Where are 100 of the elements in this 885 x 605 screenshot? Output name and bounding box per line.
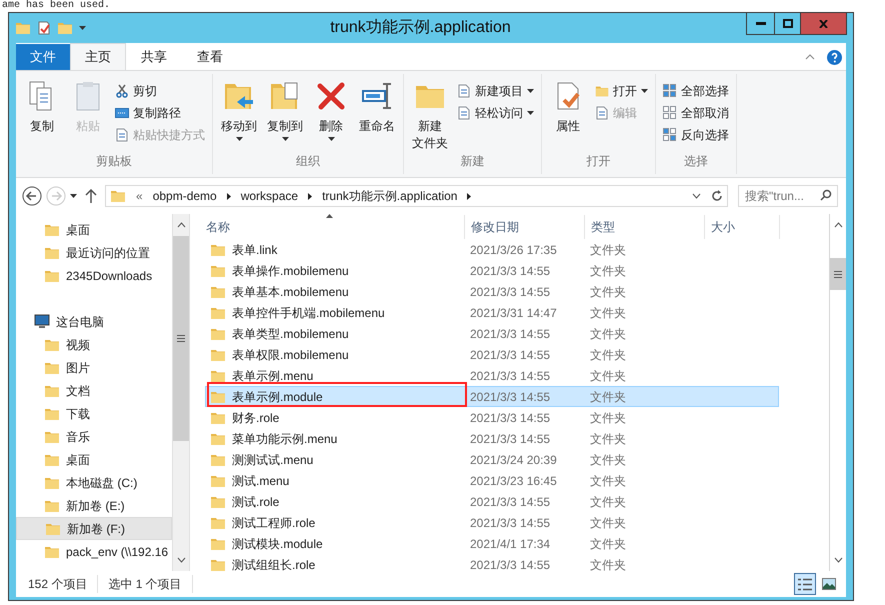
- nav-item[interactable]: 下载: [16, 402, 172, 425]
- file-name: 菜单功能示例.menu: [232, 430, 338, 448]
- chevron-right-icon[interactable]: [308, 192, 312, 200]
- ribbon-button[interactable]: 轻松访问: [456, 104, 535, 122]
- file-row[interactable]: 表单.link 2021/3/26 17:35 文件夹: [205, 239, 779, 260]
- overflow-chevron[interactable]: «: [136, 187, 143, 205]
- file-row[interactable]: 表单示例.menu 2021/3/3 14:55 文件夹: [205, 365, 779, 386]
- scrollbar[interactable]: [829, 214, 846, 571]
- file-row[interactable]: 测试模块.module 2021/4/1 17:34 文件夹: [205, 533, 779, 554]
- column-header[interactable]: 大小: [705, 215, 780, 239]
- nav-item[interactable]: 音乐: [16, 425, 172, 448]
- file-name: 测试.menu: [232, 472, 290, 490]
- ribbon-button[interactable]: 重命名: [357, 80, 397, 152]
- chevron-up-icon[interactable]: [176, 222, 186, 228]
- ribbon-button[interactable]: 移动到: [219, 80, 259, 152]
- view-button[interactable]: [794, 573, 816, 595]
- nav-item[interactable]: 本地磁盘 (C:): [16, 471, 172, 494]
- nav-item[interactable]: 新加卷 (F:): [16, 517, 172, 540]
- date-cell-text: 2021/3/3 14:55: [470, 410, 552, 426]
- collapse-icon[interactable]: [805, 54, 815, 60]
- window-title: trunk功能示例.application: [329, 18, 512, 38]
- date-cell-text: 2021/3/3 14:55: [470, 346, 552, 364]
- ribbon-button[interactable]: 新建项目: [456, 82, 535, 100]
- nav-item[interactable]: pack_env (\\192.16: [16, 540, 172, 563]
- date-cell-text: 2021/3/3 14:55: [470, 388, 552, 406]
- chevron-right-icon[interactable]: [467, 192, 472, 200]
- ribbon-button[interactable]: 打开: [594, 82, 649, 100]
- file-row[interactable]: 表单类型.mobilemenu 2021/3/3 14:55 文件夹: [205, 323, 779, 344]
- nav-item[interactable]: 视频: [16, 333, 172, 356]
- ribbon-button[interactable]: 复制到: [265, 80, 305, 152]
- ribbon-tab[interactable]: 文件: [16, 44, 70, 70]
- scrollbar[interactable]: [172, 214, 190, 571]
- column-header[interactable]: 修改日期: [465, 215, 585, 239]
- ribbon-button[interactable]: 全部取消: [662, 104, 730, 122]
- group-label: 组织: [295, 153, 321, 170]
- file-row[interactable]: 测测试试.menu 2021/3/24 20:39 文件夹: [205, 449, 779, 470]
- ribbon-tab[interactable]: 主页: [70, 43, 126, 70]
- date-cell-text: 2021/3/3 14:55: [470, 514, 552, 532]
- file-row[interactable]: 测试组组长.role 2021/3/3 14:55 文件夹: [205, 554, 779, 571]
- breadcrumb[interactable]: workspace: [240, 187, 298, 205]
- file-row[interactable]: 测试工程师.role 2021/3/3 14:55 文件夹: [205, 512, 779, 533]
- caret-icon: [282, 137, 288, 141]
- nav-item[interactable]: 最近访问的位置: [16, 241, 172, 264]
- file-row[interactable]: 菜单功能示例.menu 2021/3/3 14:55 文件夹: [205, 428, 779, 449]
- help-icon[interactable]: [827, 50, 842, 65]
- computer-icon: [34, 314, 50, 329]
- ribbon-button[interactable]: 属性: [548, 80, 588, 152]
- file-name: 测试工程师.role: [232, 514, 316, 532]
- ribbon-button[interactable]: 删除: [311, 80, 351, 152]
- type-cell-text: 文件夹: [590, 514, 627, 532]
- file-name: 测试组组长.role: [232, 556, 316, 571]
- type-cell-text: 文件夹: [590, 326, 627, 342]
- ribbon-button[interactable]: 复制: [22, 80, 62, 152]
- document-check-icon[interactable]: [37, 21, 51, 35]
- file-name: 表单.link: [232, 242, 278, 258]
- ribbon-button[interactable]: 新建 文件夹: [410, 80, 450, 152]
- grid-icon: [663, 84, 677, 98]
- back-icon[interactable]: [22, 186, 42, 206]
- file-row[interactable]: 表单示例.module 2021/3/3 14:55 文件夹: [205, 386, 779, 407]
- path-icon: [115, 106, 129, 120]
- refresh-icon[interactable]: [711, 190, 723, 202]
- file-row[interactable]: 财务.role 2021/3/3 14:55 文件夹: [205, 407, 779, 428]
- nav-item[interactable]: 桌面: [16, 218, 172, 241]
- file-name: 测试.role: [232, 494, 280, 510]
- ribbon-button[interactable]: 全部选择: [662, 82, 730, 100]
- type-cell-text: 文件夹: [590, 452, 627, 468]
- search-field[interactable]: 搜索"trun...: [738, 185, 838, 207]
- nav-item[interactable]: 新加卷 (E:): [16, 494, 172, 517]
- ribbon-button[interactable]: 复制路径: [114, 104, 206, 122]
- nav-item[interactable]: 这台电脑: [16, 310, 172, 333]
- nav-item[interactable]: 桌面: [16, 448, 172, 471]
- nav-item[interactable]: 图片: [16, 356, 172, 379]
- close-button[interactable]: [801, 13, 846, 34]
- chevron-right-icon[interactable]: [226, 192, 231, 200]
- ribbon-tab[interactable]: 共享: [126, 44, 182, 70]
- file-row[interactable]: 表单权限.mobilemenu 2021/3/3 14:55 文件夹: [205, 344, 779, 365]
- breadcrumb[interactable]: trunk功能示例.application: [322, 187, 458, 205]
- file-row[interactable]: 测试.menu 2021/3/23 16:45 文件夹: [205, 470, 779, 491]
- type-cell-text: 文件夹: [590, 556, 627, 571]
- file-row[interactable]: 表单基本.mobilemenu 2021/3/3 14:55 文件夹: [205, 281, 779, 302]
- file-row[interactable]: 表单控件手机端.mobilemenu 2021/3/31 14:47 文件夹: [205, 302, 779, 323]
- chevron-down-icon[interactable]: [692, 193, 701, 199]
- ribbon-button[interactable]: 剪切: [114, 82, 206, 100]
- type-cell-text: 文件夹: [590, 430, 627, 448]
- nav-item[interactable]: 文档: [16, 379, 172, 402]
- chevron-down-icon[interactable]: [176, 557, 186, 563]
- document-icon: [595, 106, 609, 120]
- up-arrow-icon[interactable]: [85, 189, 97, 203]
- address-bar[interactable]: « obpm-demo workspace trunk功能示例.application: [105, 185, 728, 207]
- file-row[interactable]: 测试.role 2021/3/3 14:55 文件夹: [205, 491, 779, 512]
- date-cell-text: 2021/3/3 14:55: [470, 368, 552, 384]
- ribbon-tab[interactable]: 查看: [182, 44, 238, 70]
- nav-item[interactable]: 2345Downloads: [16, 264, 172, 287]
- breadcrumb[interactable]: obpm-demo: [152, 187, 217, 205]
- chevron-down-icon[interactable]: [834, 557, 842, 563]
- file-row[interactable]: 表单操作.mobilemenu 2021/3/3 14:55 文件夹: [205, 260, 779, 281]
- column-header[interactable]: 类型: [585, 215, 705, 239]
- date-cell-text: 2021/3/31 14:47: [470, 304, 558, 322]
- chevron-up-icon[interactable]: [834, 222, 842, 228]
- ribbon-button[interactable]: 反向选择: [662, 126, 730, 144]
